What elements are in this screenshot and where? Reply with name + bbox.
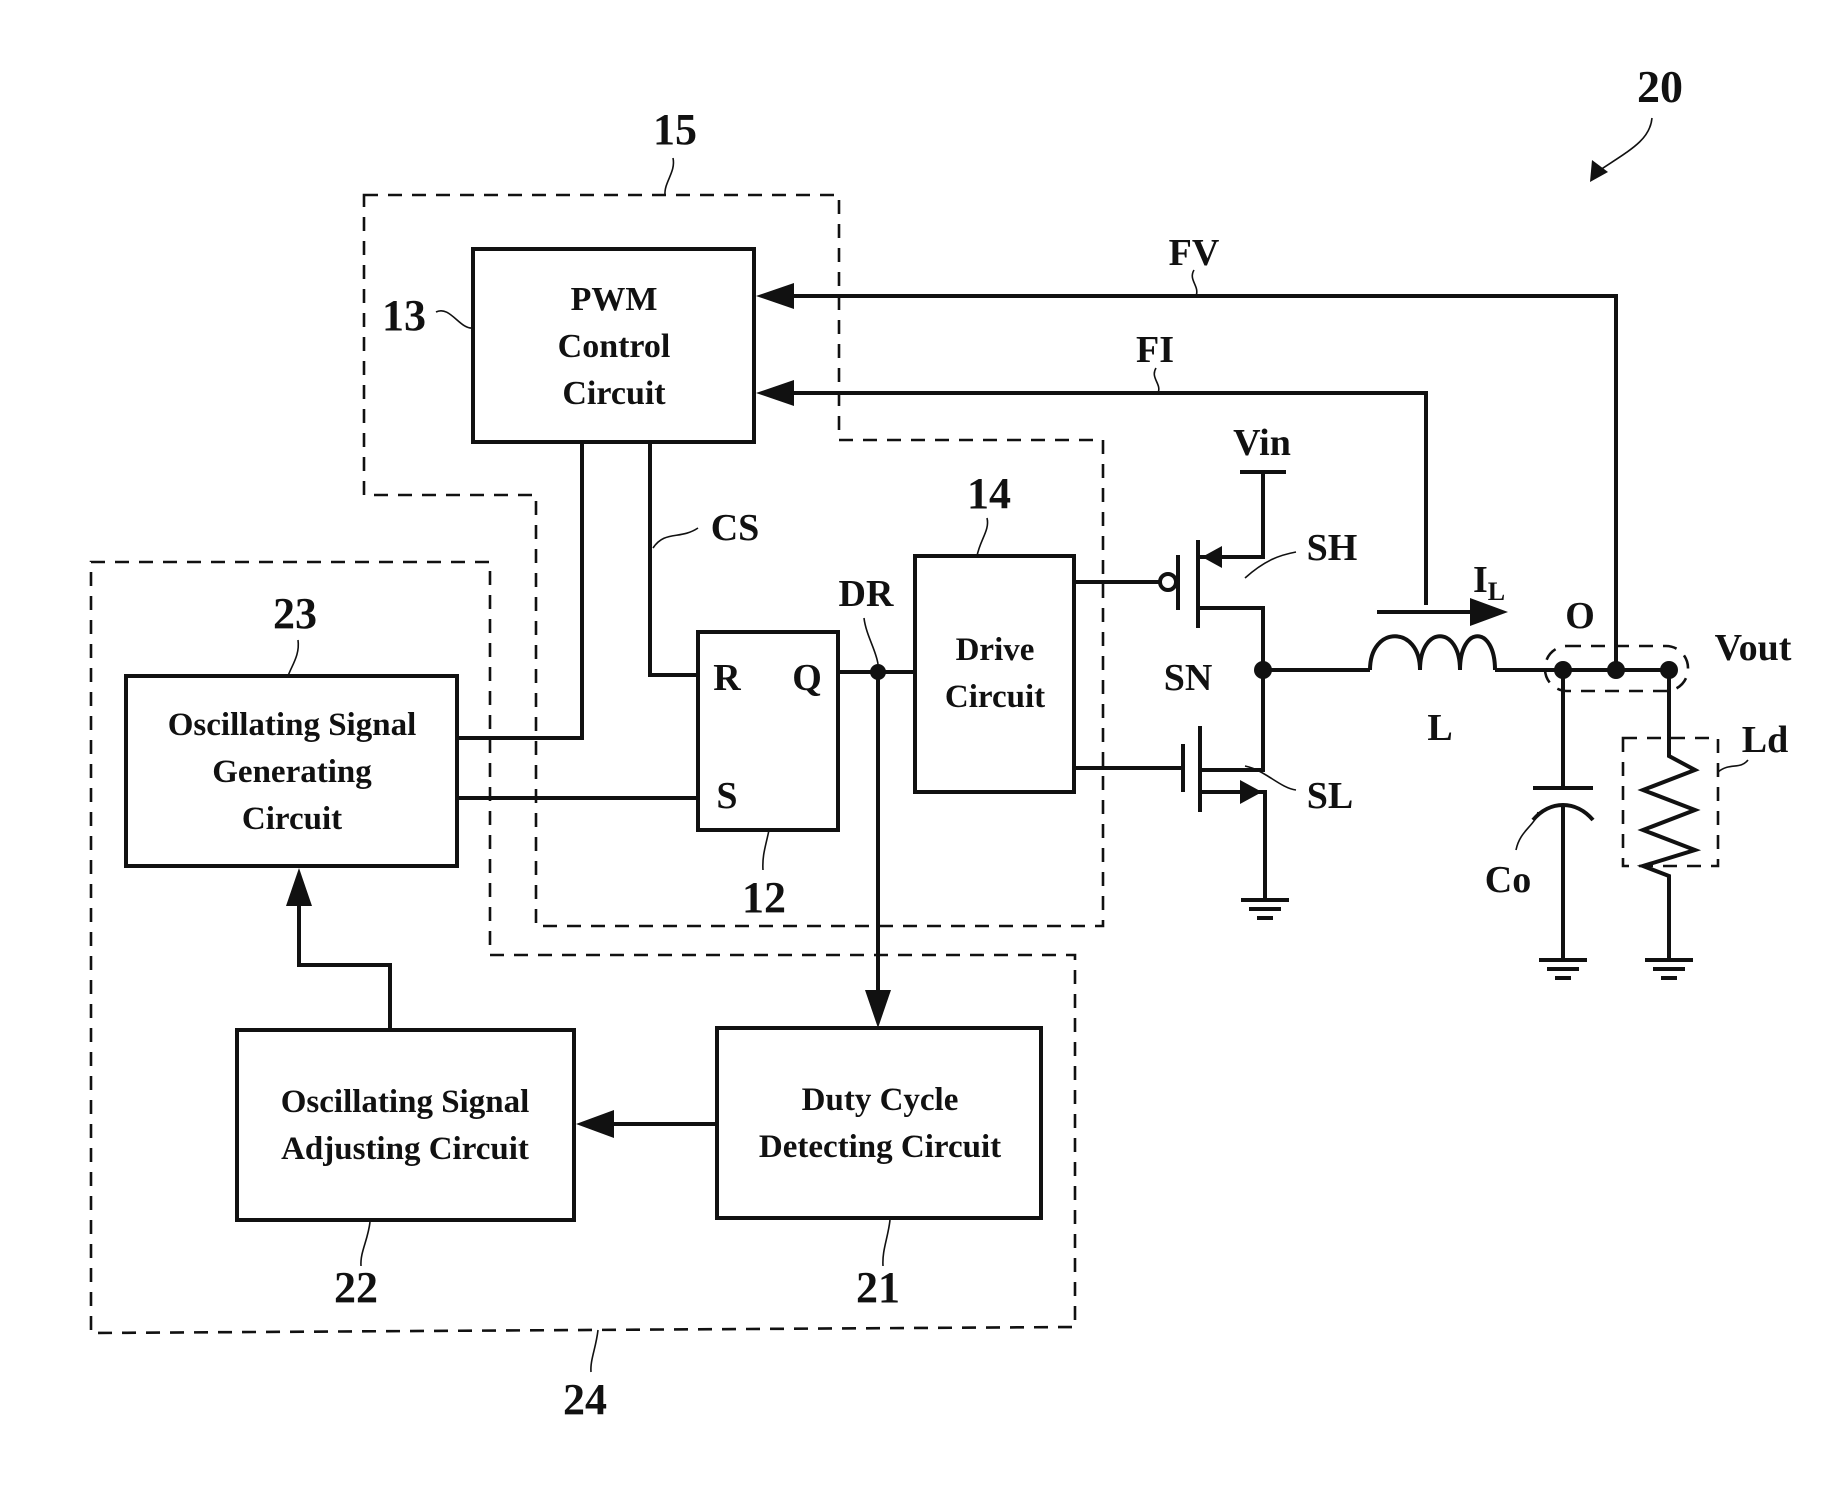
dr-leader — [863, 617, 879, 665]
fv-arrow-icon — [756, 283, 794, 309]
group-24-leader — [590, 1329, 599, 1373]
figure-ref-arrow-icon — [1590, 160, 1608, 182]
cs-leader — [652, 527, 699, 549]
drive-ref: 14 — [967, 469, 1011, 518]
adjust-to-gen-arrow-icon — [286, 868, 312, 906]
vout-label: Vout — [1715, 627, 1792, 669]
duty-detect-leader — [882, 1219, 891, 1267]
load-label: Ld — [1742, 719, 1788, 761]
sl-arrow-icon — [1240, 780, 1262, 804]
pwm-to-osc-wire — [457, 442, 584, 740]
drive-line-1: Drive — [956, 632, 1035, 668]
osc-gen-leader — [287, 639, 300, 677]
vin-label: Vin — [1233, 422, 1291, 464]
output-node-dot-2 — [1607, 661, 1625, 679]
sh-gate-bubble — [1158, 572, 1178, 592]
sr-latch-pin-q: Q — [792, 657, 822, 699]
cs-wire — [648, 442, 698, 677]
osc-gen-ref: 23 — [273, 589, 317, 638]
pwm-control-ref: 13 — [382, 291, 426, 340]
pwm-control-line-1: PWM — [571, 281, 658, 318]
drive-line-2: Circuit — [945, 679, 1045, 715]
osc-adjust-leader — [360, 1221, 371, 1267]
osc-signal-adjusting-block[interactable] — [235, 1028, 576, 1222]
osc-gen-line-3: Circuit — [242, 801, 342, 837]
il-label: IL — [1473, 559, 1505, 606]
group-15-leader — [664, 157, 675, 196]
sn-label: SN — [1164, 657, 1213, 699]
cs-label: CS — [711, 507, 760, 549]
sr-latch-pin-r: R — [713, 657, 741, 699]
fi-label: FI — [1136, 329, 1174, 371]
load-leader — [1717, 759, 1749, 773]
adjust-to-gen-wire — [297, 898, 392, 1030]
sl-source-wire — [1200, 790, 1267, 900]
duty-cycle-detecting-block[interactable] — [715, 1026, 1043, 1220]
drive-leader — [976, 517, 989, 557]
fv-label: FV — [1169, 232, 1220, 274]
inductor-coil — [1368, 634, 1497, 671]
fi-arrow-icon — [756, 380, 794, 406]
group-15-ref: 15 — [653, 105, 697, 154]
pwm-control-leader — [435, 309, 474, 329]
sh-label: SH — [1307, 527, 1358, 569]
drive-circuit-block[interactable] — [913, 554, 1076, 794]
pwm-control-line-2: Control — [558, 328, 671, 365]
dr-label: DR — [839, 573, 894, 615]
cap-label: Co — [1485, 859, 1531, 901]
duty-detect-line-1: Duty Cycle — [802, 1082, 959, 1118]
osc-adjust-line-2: Adjusting Circuit — [281, 1131, 529, 1167]
power-converter-diagram: 20 15 24 PWM Control Circuit 13 FV FI CS… — [89, 61, 1792, 1424]
sh-arrow-icon — [1202, 546, 1222, 568]
sr-latch-ref: 12 — [742, 873, 786, 922]
sh-source-wire — [1198, 472, 1265, 559]
pwm-control-line-3: Circuit — [562, 375, 666, 412]
fi-leader — [1153, 367, 1160, 394]
figure-ref-number: 20 — [1637, 61, 1683, 112]
osc-adjust-ref: 22 — [334, 1263, 378, 1312]
group-24-ref: 24 — [563, 1375, 607, 1424]
inductor-label: L — [1427, 707, 1452, 749]
sr-latch-leader — [762, 829, 770, 871]
osc-adjust-line-1: Oscillating Signal — [281, 1084, 529, 1120]
load-ground-icon — [1643, 958, 1695, 980]
osc-gen-line-1: Oscillating Signal — [168, 707, 416, 743]
output-node-label: O — [1565, 595, 1595, 637]
sr-latch-pin-s: S — [716, 775, 737, 817]
dr-arrow-icon — [865, 990, 891, 1028]
sl-label: SL — [1307, 775, 1353, 817]
cap-ground-icon — [1537, 958, 1589, 980]
figure-ref-leader — [1599, 117, 1653, 171]
sl-ground-icon — [1239, 898, 1291, 920]
load-resistor — [1636, 670, 1702, 960]
osc-gen-line-2: Generating — [212, 754, 372, 790]
duty-detect-ref: 21 — [856, 1263, 900, 1312]
duty-detect-line-2: Detecting Circuit — [759, 1129, 1001, 1165]
duty-to-adjust-arrow-icon — [576, 1110, 614, 1138]
